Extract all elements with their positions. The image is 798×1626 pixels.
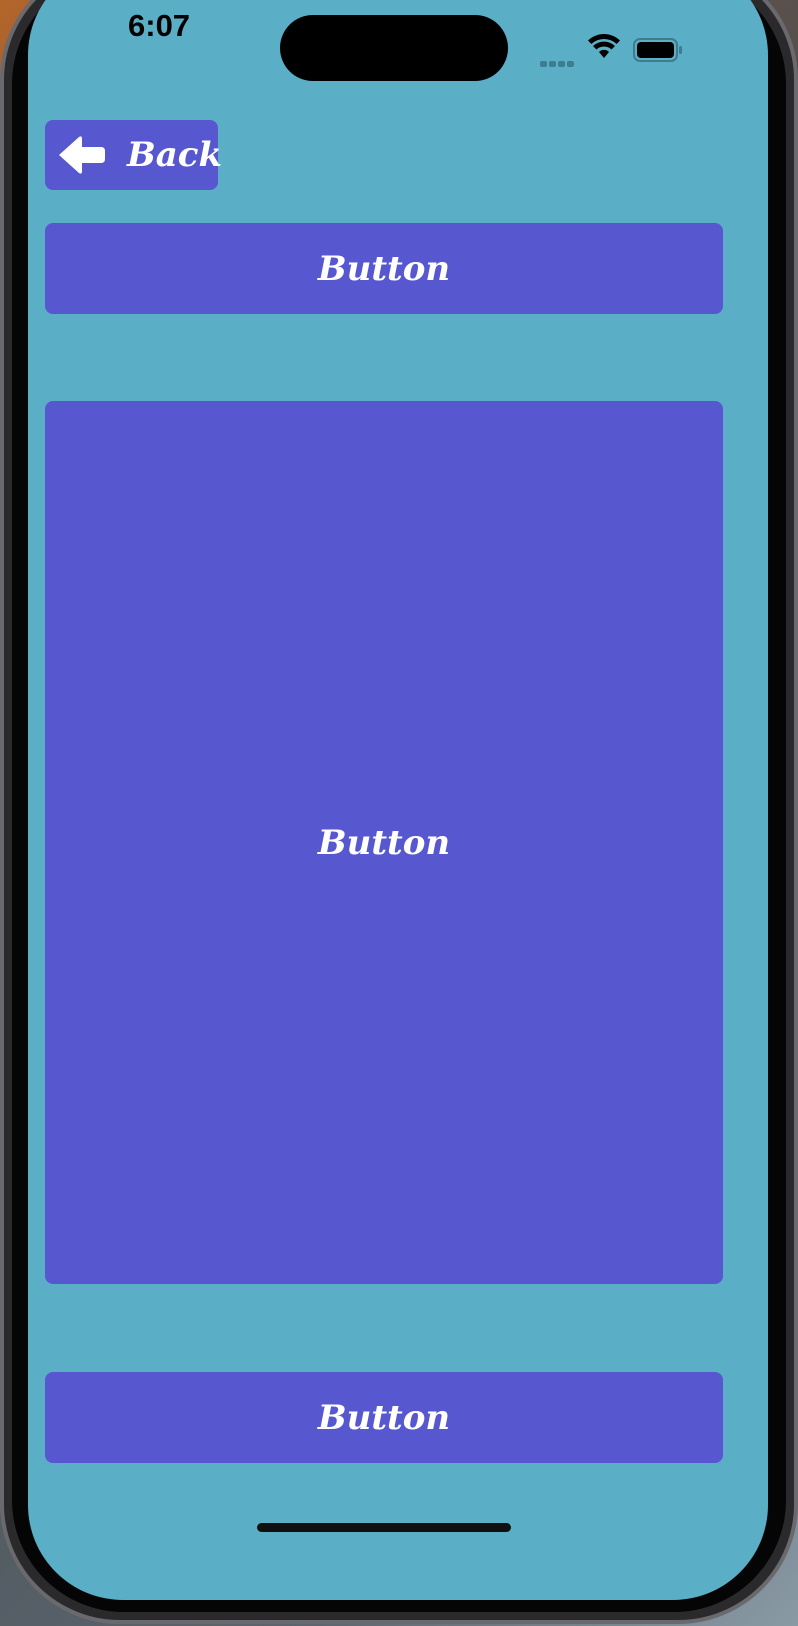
home-indicator[interactable] bbox=[257, 1523, 511, 1532]
bottom-button-label: Button bbox=[317, 1397, 451, 1438]
status-bar: 6:07 bbox=[28, 0, 768, 81]
top-button[interactable]: Button bbox=[45, 223, 723, 314]
battery-icon bbox=[633, 38, 683, 66]
cellular-signal-icon bbox=[540, 52, 580, 67]
status-time: 6:07 bbox=[128, 8, 191, 43]
middle-button[interactable]: Button bbox=[45, 401, 723, 1284]
phone-screen: 6:07 Back Button Button Button bbox=[28, 0, 768, 1600]
back-button[interactable]: Back bbox=[45, 120, 222, 190]
back-button-label: Back bbox=[127, 135, 223, 175]
bottom-button[interactable]: Button bbox=[45, 1372, 723, 1463]
middle-button-label: Button bbox=[317, 822, 451, 863]
dynamic-island bbox=[280, 15, 508, 81]
wifi-icon bbox=[587, 34, 621, 64]
arrow-left-icon bbox=[57, 135, 107, 175]
top-button-label: Button bbox=[317, 248, 451, 289]
